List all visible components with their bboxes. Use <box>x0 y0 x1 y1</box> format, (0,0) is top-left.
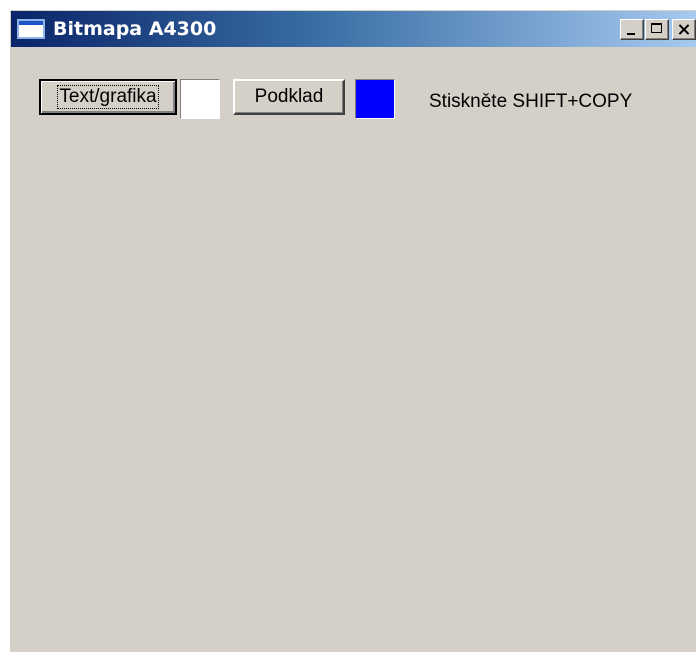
instruction-text: Stiskněte SHIFT+COPY <box>429 91 633 112</box>
background-color-swatch[interactable] <box>355 79 395 119</box>
minimize-button[interactable] <box>620 19 644 40</box>
bitmap-window: Bitmapa A4300 Text/grafika Podklad Stisk… <box>10 10 696 652</box>
text-graphics-label: Text/grafika <box>57 85 159 109</box>
background-button[interactable]: Podklad <box>233 79 345 115</box>
title-bar[interactable]: Bitmapa A4300 <box>11 11 696 47</box>
caption-buttons <box>619 19 696 40</box>
maximize-button[interactable] <box>645 19 669 40</box>
close-button[interactable] <box>672 19 696 40</box>
text-color-swatch[interactable] <box>180 79 220 119</box>
window-icon[interactable] <box>17 19 45 39</box>
text-graphics-button[interactable]: Text/grafika <box>39 79 177 115</box>
window-title: Bitmapa A4300 <box>53 18 217 40</box>
background-button-label: Podklad <box>254 86 324 107</box>
